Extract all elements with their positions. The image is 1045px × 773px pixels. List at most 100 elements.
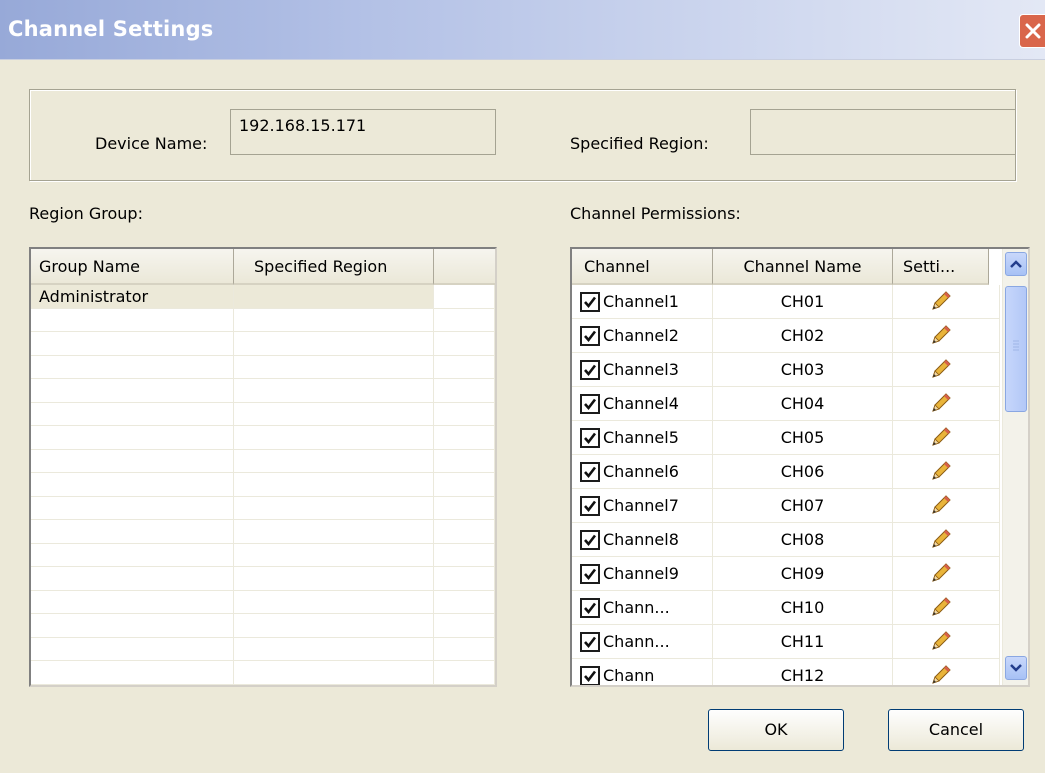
specified-region-cell [234,402,434,426]
table-row[interactable]: Channel3 CH03 [572,353,1000,387]
channel-checkbox[interactable] [580,563,600,584]
channel-permissions-table[interactable]: Channel Channel Name Setti... Channel1 CH… [570,247,1030,687]
checkmark-icon [584,364,597,376]
vertical-scrollbar[interactable] [1002,249,1028,685]
channel-cell: Channel8 [572,523,713,557]
column-header-group-name[interactable]: Group Name [31,249,234,285]
ok-button[interactable]: OK [708,709,844,751]
window-title: Channel Settings [8,17,214,41]
table-row [31,543,495,567]
channel-name-cell: CH06 [713,455,893,489]
table-row[interactable]: Channel9 CH09 [572,557,1000,591]
channel-label: Channel6 [603,462,679,481]
specified-region-field[interactable] [750,109,1016,155]
scroll-up-button[interactable] [1005,252,1027,276]
table-row[interactable]: Administrator [31,285,495,309]
specified-region-cell [234,637,434,661]
channel-permissions-header: Channel Channel Name Setti... [572,249,989,285]
channel-checkbox[interactable] [580,325,600,346]
filler-cell [434,402,495,426]
checkmark-icon [584,330,597,342]
table-row[interactable]: Channel5 CH05 [572,421,1000,455]
channel-cell: Chann [572,659,713,685]
pencil-icon[interactable] [929,325,953,351]
table-row[interactable]: Channel7 CH07 [572,489,1000,523]
region-group-header: Group Name Specified Region [31,249,495,285]
channel-checkbox[interactable] [580,631,600,652]
table-row [31,637,495,661]
channel-label: Channel5 [603,428,679,447]
pencil-icon[interactable] [929,529,953,555]
cancel-button[interactable]: Cancel [888,709,1024,751]
channel-checkbox[interactable] [580,529,600,550]
scroll-down-button[interactable] [1005,656,1027,680]
table-row [31,661,495,685]
table-row [31,449,495,473]
column-header-settings[interactable]: Setti... [893,249,989,285]
group-name-cell [31,567,234,591]
table-row[interactable]: Channel6 CH06 [572,455,1000,489]
table-row [31,402,495,426]
channel-name-cell: CH05 [713,421,893,455]
checkmark-icon [584,432,597,444]
table-row [31,590,495,614]
pencil-icon[interactable] [929,359,953,385]
pencil-icon[interactable] [929,393,953,419]
channel-cell: Channel5 [572,421,713,455]
pencil-icon[interactable] [929,291,953,317]
settings-cell [893,625,1000,659]
pencil-icon[interactable] [929,597,953,623]
region-group-table[interactable]: Group Name Specified Region Administrato… [29,247,497,687]
channel-label: Chann... [603,632,670,651]
column-header-channel[interactable]: Channel [572,249,713,285]
channel-label: Channel2 [603,326,679,345]
pencil-icon[interactable] [929,461,953,487]
group-name-cell [31,332,234,356]
specified-region-cell [234,567,434,591]
device-name-label: Device Name: [95,134,208,153]
specified-region-cell [234,285,434,309]
channel-name-cell: CH12 [713,659,893,685]
table-row[interactable]: Chann... CH10 [572,591,1000,625]
title-bar: Channel Settings [0,0,1045,60]
channel-checkbox[interactable] [580,597,600,618]
filler-cell [434,496,495,520]
channel-cell: Channel6 [572,455,713,489]
settings-cell [893,659,1000,685]
channel-checkbox[interactable] [580,393,600,414]
channel-checkbox[interactable] [580,665,600,685]
pencil-icon[interactable] [929,665,953,685]
specified-region-cell [234,543,434,567]
channel-label: Channel1 [603,292,679,311]
pencil-icon[interactable] [929,631,953,657]
close-button[interactable] [1019,14,1045,48]
channel-checkbox[interactable] [580,461,600,482]
channel-checkbox[interactable] [580,495,600,516]
pencil-icon[interactable] [929,495,953,521]
channel-checkbox[interactable] [580,427,600,448]
table-row[interactable]: Channel2 CH02 [572,319,1000,353]
pencil-icon[interactable] [929,563,953,589]
table-row[interactable]: Chann CH12 [572,659,1000,685]
table-row[interactable]: Channel1 CH01 [572,285,1000,319]
device-name-field[interactable]: 192.168.15.171 [230,109,496,155]
filler-cell [434,449,495,473]
channel-permissions-label: Channel Permissions: [570,204,741,223]
scroll-thumb[interactable] [1005,286,1027,412]
column-header-specified-region[interactable]: Specified Region [234,249,434,285]
table-row[interactable]: Channel8 CH08 [572,523,1000,557]
checkmark-icon [584,466,597,478]
pencil-icon[interactable] [929,427,953,453]
channel-label: Channel8 [603,530,679,549]
group-name-cell [31,426,234,450]
group-name-cell [31,449,234,473]
channel-checkbox[interactable] [580,359,600,380]
filler-cell [434,567,495,591]
channel-label: Chann [603,666,655,685]
group-name-cell [31,637,234,661]
table-row[interactable]: Channel4 CH04 [572,387,1000,421]
channel-checkbox[interactable] [580,291,600,312]
table-row [31,355,495,379]
column-header-channel-name[interactable]: Channel Name [713,249,893,285]
table-row[interactable]: Chann... CH11 [572,625,1000,659]
